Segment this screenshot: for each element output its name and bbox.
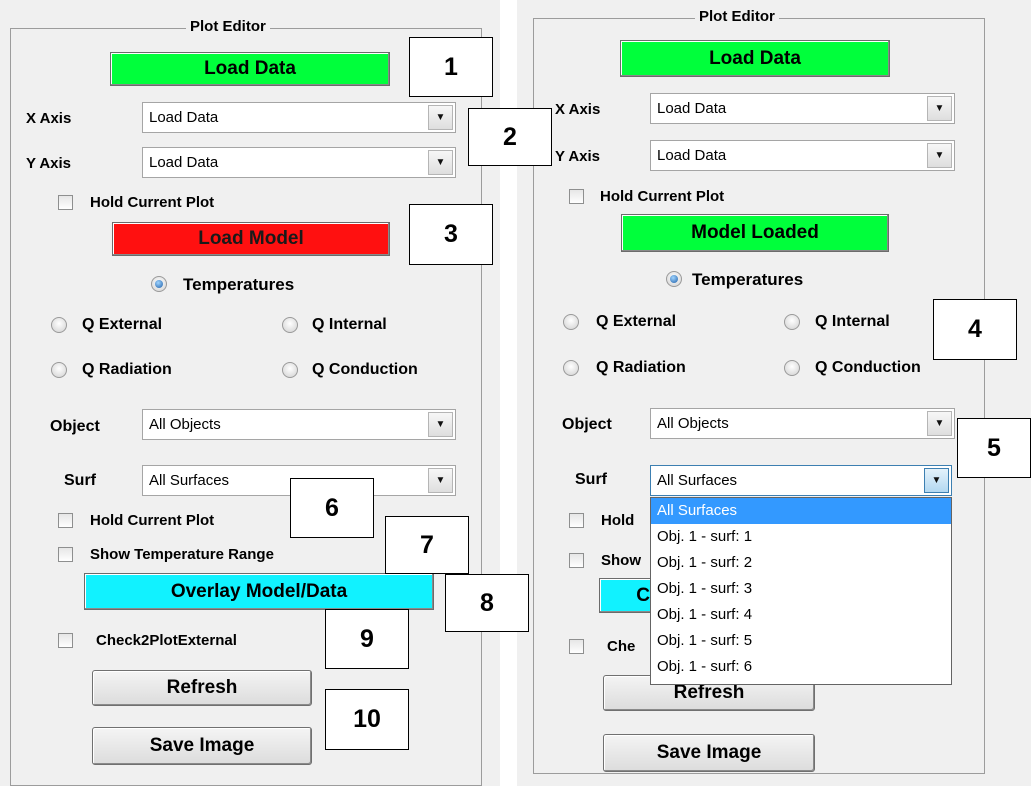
temperatures-label: Temperatures: [692, 270, 804, 289]
check2plotexternal-checkbox[interactable]: [569, 639, 584, 654]
x-axis-dropdown[interactable]: Load Data ▼: [650, 93, 955, 124]
callout-1: 1: [409, 37, 493, 97]
dropdown-arrow-icon[interactable]: ▼: [927, 96, 952, 121]
right-plot-editor-panel: Plot Editor Load Data X Axis Load Data ▼…: [517, 0, 1031, 786]
q-external-radio[interactable]: [563, 314, 579, 330]
load-model-button[interactable]: Load Model: [112, 222, 390, 256]
hold-current-plot-2-checkbox[interactable]: [569, 513, 584, 528]
refresh-button[interactable]: Refresh: [92, 670, 312, 706]
q-conduction-label: Q Conduction: [815, 359, 921, 376]
temperatures-label: Temperatures: [183, 275, 295, 294]
surf-option[interactable]: Obj. 1 - surf: 1: [651, 524, 951, 550]
y-axis-value: Load Data: [657, 147, 727, 164]
q-conduction-label: Q Conduction: [312, 361, 418, 378]
callout-4: 4: [933, 299, 1017, 360]
callout-5: 5: [957, 418, 1031, 478]
x-axis-value: Load Data: [657, 100, 727, 117]
surf-option[interactable]: All Surfaces: [651, 498, 951, 524]
surf-label: Surf: [64, 472, 96, 489]
hold-current-plot-label: Hold Current Plot: [600, 188, 725, 205]
callout-9: 9: [325, 609, 409, 669]
hold-current-plot-2-label: Hold: [601, 512, 635, 529]
q-conduction-radio[interactable]: [282, 362, 298, 378]
y-axis-dropdown[interactable]: Load Data ▼: [650, 140, 955, 171]
object-value: All Objects: [149, 416, 221, 433]
q-internal-radio[interactable]: [282, 317, 298, 333]
callout-7: 7: [385, 516, 469, 574]
y-axis-dropdown[interactable]: Load Data ▼: [142, 147, 456, 178]
temperatures-radio[interactable]: [666, 271, 682, 287]
dropdown-arrow-icon[interactable]: ▼: [428, 468, 453, 493]
q-radiation-label: Q Radiation: [596, 359, 686, 376]
callout-8: 8: [445, 574, 529, 632]
check2plotexternal-label: Check2PlotExternal: [96, 632, 237, 649]
temperatures-radio[interactable]: [151, 276, 167, 292]
q-internal-label: Q Internal: [312, 316, 387, 333]
check2plotexternal-label: Che: [607, 638, 636, 655]
dropdown-arrow-icon[interactable]: ▼: [927, 411, 952, 436]
surf-option[interactable]: Obj. 1 - surf: 5: [651, 628, 951, 654]
dropdown-arrow-icon[interactable]: ▼: [428, 150, 453, 175]
surf-option[interactable]: Obj. 1 - surf: 4: [651, 602, 951, 628]
surf-dropdown[interactable]: All Surfaces ▼: [650, 465, 952, 496]
dropdown-arrow-icon[interactable]: ▼: [428, 105, 453, 130]
y-axis-value: Load Data: [149, 154, 219, 171]
hold-current-plot-2-checkbox[interactable]: [58, 513, 73, 528]
q-external-label: Q External: [596, 313, 677, 330]
surf-option[interactable]: Obj. 1 - surf: 3: [651, 576, 951, 602]
overlay-model-data-button[interactable]: Overlay Model/Data: [84, 573, 434, 610]
surf-label: Surf: [575, 471, 607, 488]
q-external-label: Q External: [82, 316, 163, 333]
save-image-button[interactable]: Save Image: [603, 734, 815, 772]
show-temperature-range-label: Show Temperature Range: [90, 546, 274, 563]
show-temperature-range-checkbox[interactable]: [569, 553, 584, 568]
x-axis-label: X Axis: [555, 101, 601, 118]
object-label: Object: [50, 418, 100, 435]
surf-value: All Surfaces: [657, 472, 738, 489]
load-data-button[interactable]: Load Data: [110, 52, 390, 86]
dropdown-arrow-icon[interactable]: ▼: [927, 143, 952, 168]
callout-2: 2: [468, 108, 552, 166]
surf-dropdown-list[interactable]: All Surfaces Obj. 1 - surf: 1 Obj. 1 - s…: [650, 497, 952, 685]
q-radiation-label: Q Radiation: [82, 361, 172, 378]
show-temperature-range-checkbox[interactable]: [58, 547, 73, 562]
surf-value: All Surfaces: [149, 472, 230, 489]
load-data-button[interactable]: Load Data: [620, 40, 890, 77]
q-radiation-radio[interactable]: [563, 360, 579, 376]
y-axis-label: Y Axis: [555, 148, 601, 165]
left-plot-editor-panel: Plot Editor Load Data X Axis Load Data ▼…: [0, 0, 500, 786]
q-external-radio[interactable]: [51, 317, 67, 333]
surf-option[interactable]: Obj. 1 - surf: 6: [651, 654, 951, 680]
q-conduction-radio[interactable]: [784, 360, 800, 376]
hold-current-plot-checkbox[interactable]: [569, 189, 584, 204]
callout-3: 3: [409, 204, 493, 265]
object-dropdown[interactable]: All Objects ▼: [142, 409, 456, 440]
hold-current-plot-2-label: Hold Current Plot: [90, 512, 215, 529]
hold-current-plot-checkbox[interactable]: [58, 195, 73, 210]
q-radiation-radio[interactable]: [51, 362, 67, 378]
left-panel-title: Plot Editor: [186, 18, 270, 35]
q-internal-label: Q Internal: [815, 313, 890, 330]
dropdown-arrow-icon[interactable]: ▼: [924, 468, 949, 493]
save-image-button[interactable]: Save Image: [92, 727, 312, 765]
object-dropdown[interactable]: All Objects ▼: [650, 408, 955, 439]
dropdown-arrow-icon[interactable]: ▼: [428, 412, 453, 437]
x-axis-dropdown[interactable]: Load Data ▼: [142, 102, 456, 133]
hold-current-plot-label: Hold Current Plot: [90, 194, 215, 211]
callout-6: 6: [290, 478, 374, 538]
y-axis-label: Y Axis: [26, 155, 72, 172]
check2plotexternal-checkbox[interactable]: [58, 633, 73, 648]
q-internal-radio[interactable]: [784, 314, 800, 330]
object-label: Object: [562, 416, 612, 433]
surf-option[interactable]: Obj. 1 - surf: 2: [651, 550, 951, 576]
right-panel-title: Plot Editor: [695, 8, 779, 25]
overlay-button-partial-label: C: [636, 584, 650, 606]
callout-10: 10: [325, 689, 409, 750]
model-loaded-button[interactable]: Model Loaded: [621, 214, 889, 252]
x-axis-label: X Axis: [26, 110, 72, 127]
show-temperature-range-label: Show: [601, 552, 641, 569]
x-axis-value: Load Data: [149, 109, 219, 126]
object-value: All Objects: [657, 415, 729, 432]
